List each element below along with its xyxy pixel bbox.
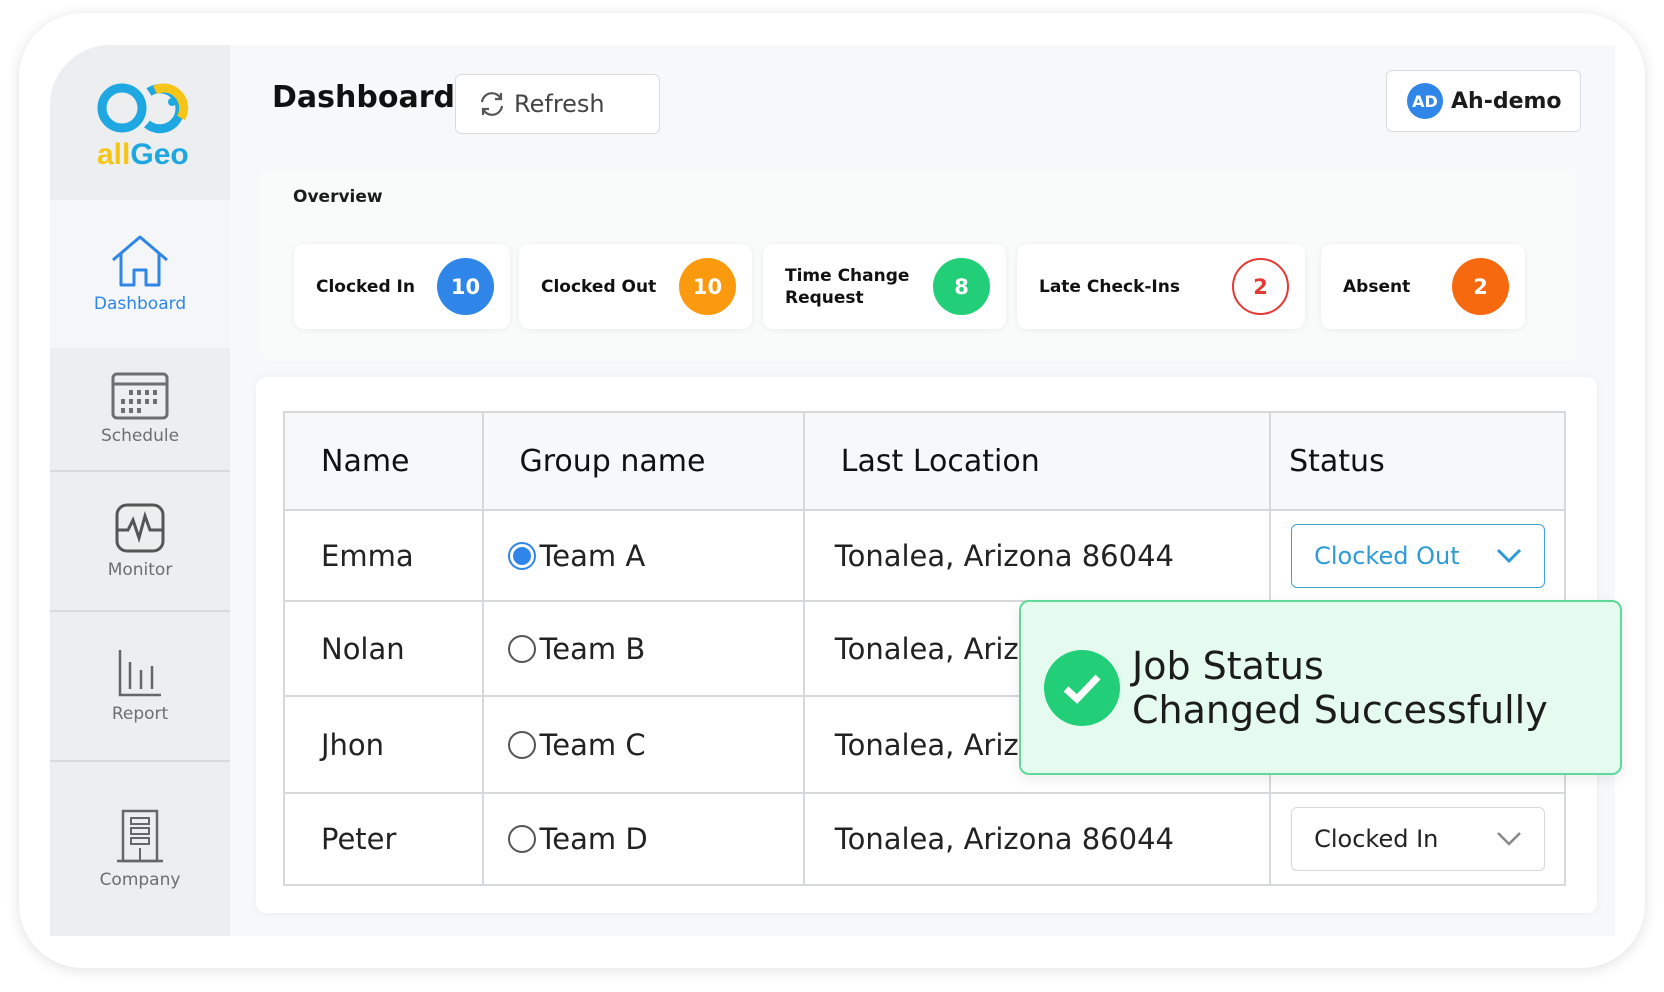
stat-label: Clocked Out: [541, 276, 657, 297]
column-header-status: Status: [1269, 411, 1566, 511]
stat-count-badge: 8: [933, 258, 990, 315]
stat-label: Absent: [1343, 276, 1411, 297]
bar-chart-icon: [118, 650, 161, 697]
stat-label: Time Change Request: [785, 265, 910, 308]
overview-title: Overview: [293, 187, 383, 207]
svg-text:allGeo: allGeo: [97, 138, 189, 168]
sidebar-item-dashboard[interactable]: Dashboard: [50, 200, 230, 348]
chevron-down-icon: [1497, 832, 1521, 846]
group-name: Team A: [539, 538, 646, 573]
monitor-pulse-icon: [115, 503, 165, 553]
sidebar-item-company[interactable]: Company: [50, 762, 230, 936]
group-radio[interactable]: [507, 541, 536, 570]
status-dropdown[interactable]: Clocked Out: [1291, 523, 1546, 588]
sidebar-item-label: Company: [99, 870, 181, 890]
table-row: Emma Team A Tonalea, Arizona 86044 Clock…: [283, 509, 1566, 602]
last-location: Tonalea, Arizona 86044: [802, 509, 1272, 602]
group-radio[interactable]: [507, 730, 536, 759]
refresh-button[interactable]: Refresh: [455, 74, 660, 134]
column-header-group: Group name: [481, 411, 805, 511]
sidebar-item-report[interactable]: Report: [50, 612, 230, 762]
group-cell[interactable]: Team D: [481, 792, 805, 886]
home-icon: [112, 235, 168, 287]
building-icon: [117, 809, 163, 863]
status-value: Clocked Out: [1314, 541, 1460, 570]
stat-count-badge: 10: [679, 258, 736, 315]
sidebar-item-label: Monitor: [107, 560, 173, 580]
page-title: Dashboard: [272, 80, 455, 115]
stat-count-badge: 2: [1232, 258, 1289, 315]
stat-card-clocked-in[interactable]: Clocked In 10: [294, 244, 510, 329]
toast-title: Job Status: [1132, 643, 1324, 688]
employee-name: Nolan: [283, 600, 484, 697]
group-cell[interactable]: Team B: [481, 600, 805, 697]
stat-count-badge: 2: [1452, 258, 1509, 315]
employee-name: Jhon: [283, 695, 484, 794]
allgeo-logo[interactable]: allGeo: [95, 78, 195, 171]
employee-name: Peter: [283, 792, 484, 886]
refresh-icon: [480, 92, 504, 116]
user-name: Ah-demo: [1451, 88, 1562, 114]
sidebar-item-label: Dashboard: [93, 294, 187, 314]
toast-message: Changed Successfully: [1132, 687, 1548, 732]
group-name: Team B: [539, 631, 646, 666]
stat-card-time-change-request[interactable]: Time Change Request 8: [763, 244, 1006, 329]
table-header-row: Name Group name Last Location Status: [283, 411, 1566, 511]
sidebar-item-schedule[interactable]: Schedule: [50, 348, 230, 472]
group-radio[interactable]: [507, 634, 536, 663]
stat-card-absent[interactable]: Absent 2: [1321, 244, 1525, 329]
success-toast: Job Status Changed Successfully: [1019, 600, 1622, 775]
stat-count-badge: 10: [437, 258, 494, 315]
last-location: Tonalea, Arizona 86044: [802, 792, 1272, 886]
refresh-label: Refresh: [514, 90, 605, 118]
group-name: Team C: [539, 727, 646, 762]
sidebar-item-monitor[interactable]: Monitor: [50, 472, 230, 612]
group-cell[interactable]: Team C: [481, 695, 805, 794]
column-header-location: Last Location: [802, 411, 1272, 511]
sidebar-item-label: Report: [111, 704, 169, 724]
status-value: Clocked In: [1314, 825, 1439, 853]
calendar-icon: [111, 372, 169, 420]
column-header-name: Name: [283, 411, 484, 511]
sidebar-item-label: Schedule: [100, 426, 180, 446]
chevron-down-icon: [1497, 548, 1522, 563]
group-radio[interactable]: [507, 825, 536, 853]
user-menu-button[interactable]: AD Ah-demo: [1386, 70, 1581, 132]
stat-card-late-check-ins[interactable]: Late Check-Ins 2: [1017, 244, 1305, 329]
table-row: Peter Team D Tonalea, Arizona 86044 Cloc…: [283, 792, 1566, 886]
stat-label: Clocked In: [316, 276, 415, 297]
stat-label: Late Check-Ins: [1039, 276, 1180, 297]
group-name: Team D: [539, 822, 648, 856]
employee-name: Emma: [283, 509, 484, 602]
avatar: AD: [1407, 83, 1443, 119]
status-dropdown[interactable]: Clocked In: [1291, 807, 1546, 871]
check-circle-icon: [1044, 649, 1120, 726]
stat-card-clocked-out[interactable]: Clocked Out 10: [519, 244, 752, 329]
group-cell[interactable]: Team A: [481, 509, 805, 602]
